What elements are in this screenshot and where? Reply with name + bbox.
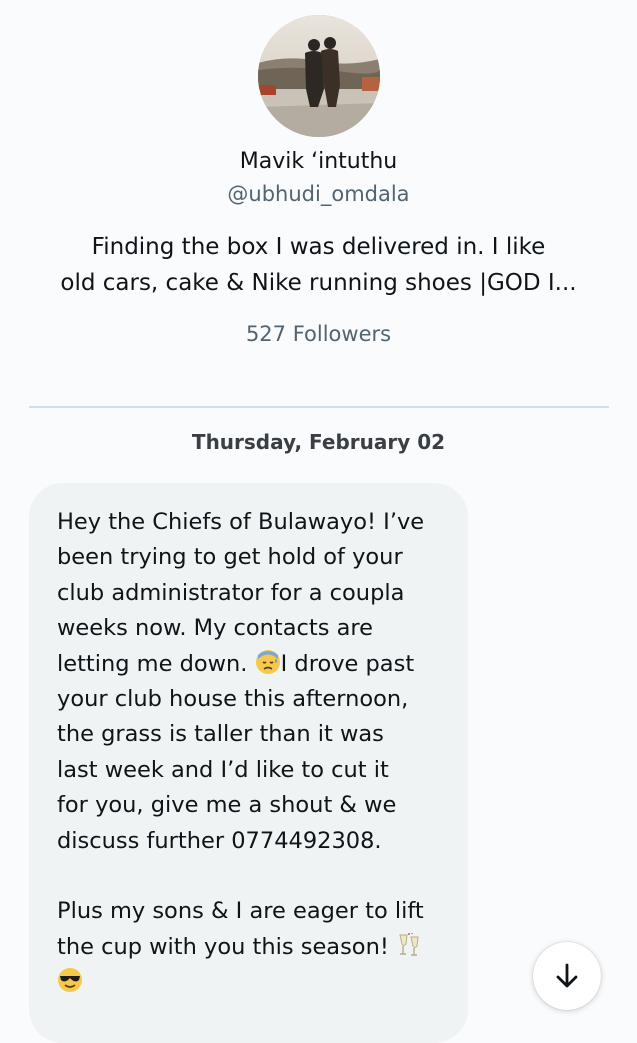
- message-line: last week and I’d like to cut it: [57, 756, 389, 783]
- downcast-sweat-emoji-icon: [255, 649, 281, 675]
- message-line: letting me down. I drove past: [57, 647, 448, 682]
- message-line: weeks now. My contacts are: [57, 615, 373, 642]
- message-line: for you, give me a shout & we: [57, 792, 397, 819]
- message-line: been trying to get hold of your: [57, 544, 403, 571]
- message-line: [57, 965, 448, 1000]
- profile-photo-icon: [258, 15, 380, 137]
- followers-count[interactable]: 527 Followers: [0, 320, 637, 348]
- display-name[interactable]: Mavik ‘intuthu: [0, 147, 637, 177]
- profile-bio: Finding the box I was delivered in. I li…: [40, 229, 597, 301]
- bio-line: Finding the box I was delivered in. I li…: [91, 234, 546, 260]
- message-paragraph-gap: [57, 859, 448, 894]
- avatar[interactable]: [258, 15, 380, 137]
- arrow-down-icon: [556, 963, 578, 988]
- message-line-segment: letting me down.: [57, 650, 255, 677]
- message-line-segment: I drove past: [280, 650, 415, 677]
- message-line: discuss further 0774492308.: [57, 827, 382, 854]
- message-line: club administrator for a coupla: [57, 579, 405, 606]
- message-line: the cup with you this season!: [57, 930, 448, 965]
- user-handle[interactable]: @ubhudi_omdala: [0, 180, 637, 208]
- scroll-to-bottom-button[interactable]: [533, 942, 601, 1010]
- message-bubble[interactable]: Hey the Chiefs of Bulawayo! I’ve been tr…: [29, 483, 468, 1043]
- date-separator: Thursday, February 02: [191, 430, 446, 454]
- message-line: the grass is taller than it was: [57, 721, 384, 748]
- bio-line: old cars, cake & Nike running shoes |GOD…: [60, 270, 577, 296]
- message-line: your club house this afternoon,: [57, 685, 409, 712]
- message-line: Plus my sons & I are eager to lift: [57, 898, 424, 925]
- message-line: Hey the Chiefs of Bulawayo! I’ve: [57, 509, 425, 535]
- clinking-glasses-emoji-icon: [396, 932, 422, 958]
- sunglasses-emoji-icon: [57, 967, 83, 993]
- message-line-segment: the cup with you this season!: [57, 933, 397, 960]
- divider: [29, 406, 609, 408]
